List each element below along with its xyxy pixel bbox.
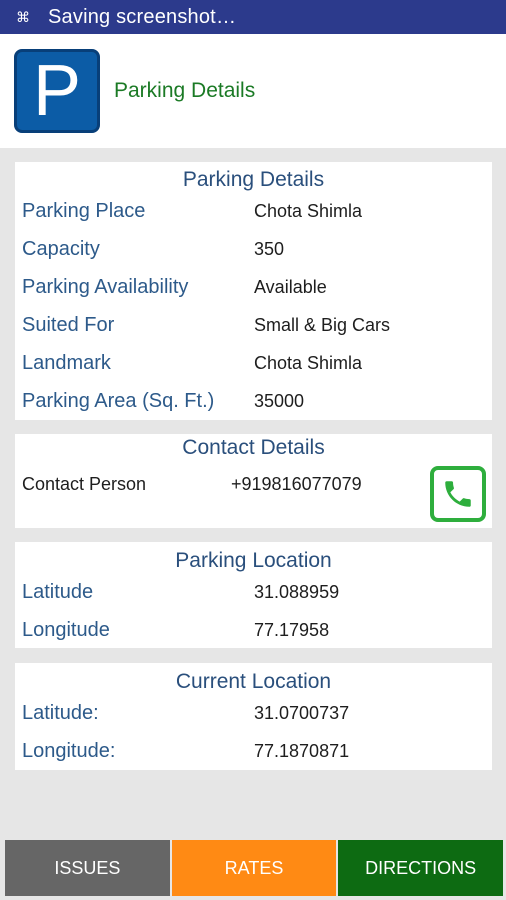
detail-value: Available	[254, 276, 327, 297]
detail-value: Chota Shimla	[254, 200, 363, 221]
detail-value: Small & Big Cars	[254, 314, 391, 335]
detail-row: Parking Area (Sq. Ft.) 35000	[15, 382, 492, 420]
detail-label: Parking Place	[22, 199, 146, 222]
parking-location-heading: Parking Location	[175, 549, 332, 572]
page-title: Parking Details	[114, 79, 256, 102]
status-text: Saving screenshot…	[48, 5, 237, 28]
rates-button[interactable]: RATES	[171, 840, 337, 896]
parking-logo-icon: P	[14, 49, 100, 133]
longitude-value: 77.1870871	[254, 740, 350, 761]
longitude-row: Longitude: 77.1870871	[15, 732, 492, 770]
latitude-label: Latitude:	[22, 701, 99, 724]
detail-value: 350	[254, 238, 285, 259]
issues-button[interactable]: ISSUES	[5, 840, 170, 896]
detail-row: Landmark Chota Shimla	[15, 344, 492, 382]
parking-details-heading: Parking Details	[182, 168, 325, 191]
detail-label: Landmark	[22, 351, 111, 374]
contact-person-label: Contact Person	[22, 474, 147, 494]
latitude-value: 31.0700737	[254, 702, 350, 723]
bottom-action-bar: ISSUES RATES DIRECTIONS	[5, 840, 504, 896]
longitude-label: Longitude:	[22, 739, 116, 762]
parking-location-card: Parking Location Latitude 31.088959 Long…	[15, 542, 492, 648]
latitude-row: Latitude: 31.0700737	[15, 694, 492, 732]
latitude-label: Latitude	[22, 580, 94, 603]
directions-button[interactable]: DIRECTIONS	[338, 840, 504, 896]
detail-value: Chota Shimla	[254, 352, 363, 373]
detail-label: Suited For	[22, 313, 115, 336]
detail-row: Suited For Small & Big Cars	[15, 306, 492, 344]
detail-label: Capacity	[22, 237, 100, 260]
app-header: P Parking Details	[0, 34, 506, 148]
detail-row: Parking Place Chota Shimla	[15, 192, 492, 230]
contact-details-card: Contact Details Contact Person +91981607…	[15, 434, 492, 528]
latitude-row: Latitude 31.088959	[15, 573, 492, 611]
status-bar: ⌘ Saving screenshot…	[0, 0, 506, 34]
detail-value: 35000	[254, 390, 305, 411]
current-location-card: Current Location Latitude: 31.0700737 Lo…	[15, 663, 492, 770]
contact-phone-number: +919816077079	[231, 474, 362, 494]
detail-row: Parking Availability Available	[15, 268, 492, 306]
contact-row: Contact Person +919816077079	[15, 474, 492, 495]
detail-label: Parking Availability	[22, 275, 189, 298]
longitude-value: 77.17958	[254, 619, 330, 640]
contact-details-heading: Contact Details	[182, 436, 325, 459]
detail-label: Parking Area (Sq. Ft.)	[22, 389, 215, 412]
call-button[interactable]	[430, 466, 486, 522]
longitude-label: Longitude	[22, 618, 110, 641]
current-location-heading: Current Location	[175, 670, 332, 693]
longitude-row: Longitude 77.17958	[15, 611, 492, 649]
latitude-value: 31.088959	[254, 581, 340, 602]
parking-details-card: Parking Details Parking Place Chota Shim…	[15, 162, 492, 420]
detail-row: Capacity 350	[15, 230, 492, 268]
screenshot-icon: ⌘	[16, 8, 30, 25]
phone-icon	[445, 481, 471, 507]
svg-text:P: P	[33, 59, 81, 123]
